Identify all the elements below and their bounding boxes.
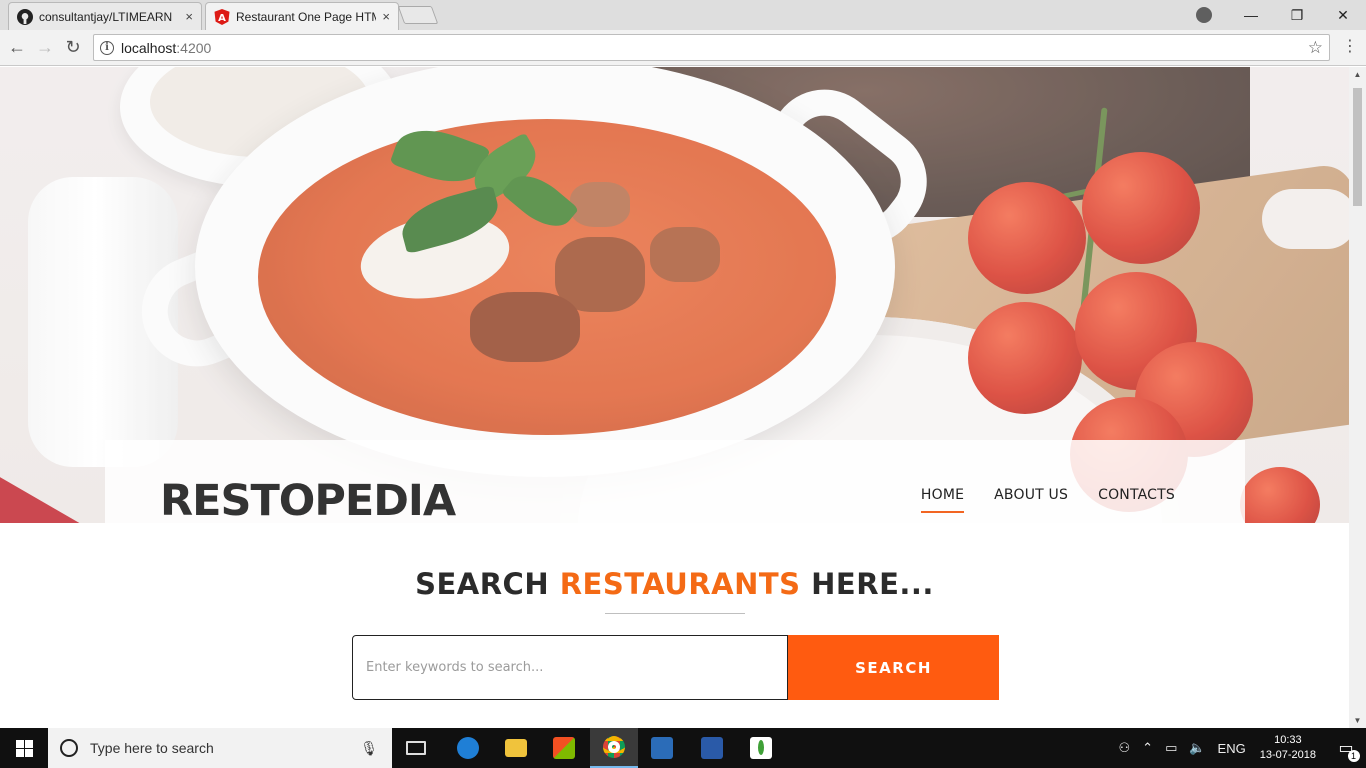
tab-close-icon[interactable]: × <box>185 9 193 24</box>
file-explorer-icon[interactable] <box>492 728 540 768</box>
nav-contacts[interactable]: CONTACTS <box>1098 487 1175 513</box>
nav-home[interactable]: HOME <box>920 487 965 513</box>
github-icon <box>17 8 33 25</box>
tab-title: Restaurant One Page HTML <box>236 9 377 24</box>
forward-arrow-icon[interactable]: → <box>34 37 56 57</box>
chrome-icon[interactable] <box>590 728 638 768</box>
mongodb-icon[interactable] <box>737 728 785 768</box>
clock-date: 13-07-2018 <box>1259 749 1316 761</box>
microphone-icon[interactable]: 🎙 <box>360 740 378 757</box>
restaurant-search-input[interactable] <box>352 635 788 700</box>
notification-badge: 1 <box>1347 750 1360 762</box>
volume-icon[interactable]: 🔈 <box>1189 740 1205 756</box>
site-header: RESTOPEDIA HOME ABOUT US CONTACTS <box>105 440 1245 523</box>
brand-logo[interactable]: RESTOPEDIA <box>160 476 456 523</box>
search-heading: SEARCH RESTAURANTS HERE... <box>0 567 1349 601</box>
windows-taskbar: Type here to search 🎙 ⚇ ⌃ ▭ 🔈 ENG 10:33 … <box>0 728 1366 768</box>
system-tray: ⚇ ⌃ ▭ 🔈 ENG 10:33 13-07-2018 ▭ 1 <box>1113 728 1366 768</box>
search-button[interactable]: SEARCH <box>788 635 999 700</box>
bookmark-star-icon[interactable]: ☆ <box>1308 38 1323 58</box>
search-heading-accent: RESTAURANTS <box>559 567 801 601</box>
scroll-up-icon[interactable]: ▲ <box>1349 70 1366 79</box>
close-window-icon[interactable]: ✕ <box>1320 7 1366 24</box>
back-arrow-icon[interactable]: ← <box>6 37 28 57</box>
svg-text:A: A <box>218 13 226 24</box>
search-heading-prefix: SEARCH <box>415 567 560 601</box>
tab-restaurant[interactable]: A Restaurant One Page HTML × <box>205 2 399 30</box>
tray-chevron-icon[interactable]: ⌃ <box>1142 740 1153 756</box>
tab-close-icon[interactable]: × <box>382 9 390 24</box>
start-button[interactable] <box>0 728 48 768</box>
url-port: :4200 <box>176 39 212 56</box>
main-nav: HOME ABOUT US CONTACTS <box>920 487 1175 513</box>
taskbar-search-box[interactable]: Type here to search 🎙 <box>48 728 392 768</box>
angular-icon: A <box>214 8 230 25</box>
action-center-icon[interactable]: ▭ 1 <box>1326 728 1366 768</box>
powershell-icon[interactable] <box>688 728 736 768</box>
scroll-down-icon[interactable]: ▼ <box>1349 716 1366 725</box>
taskbar-clock[interactable]: 10:33 13-07-2018 <box>1260 733 1316 763</box>
search-heading-suffix: HERE... <box>800 567 934 601</box>
browser-toolbar: ← → ↻ i localhost:4200 ☆ ⋮ <box>0 30 1366 66</box>
page-viewport: RESTOPEDIA HOME ABOUT US CONTACTS SEARCH… <box>0 67 1366 728</box>
scrollbar-thumb[interactable] <box>1353 88 1362 206</box>
url-host: localhost <box>121 39 177 56</box>
tab-title: consultantjay/LTIMEARN <box>39 9 173 24</box>
people-icon[interactable]: ⚇ <box>1119 740 1131 756</box>
language-indicator[interactable]: ENG <box>1218 741 1246 756</box>
window-controls: — ❐ ✕ <box>1228 0 1366 30</box>
edge-icon[interactable] <box>444 728 492 768</box>
taskbar-search-placeholder: Type here to search <box>90 740 214 756</box>
cortana-icon <box>60 739 78 757</box>
store-icon[interactable] <box>540 728 588 768</box>
clock-time: 10:33 <box>1274 734 1302 746</box>
windows-logo-icon <box>15 739 33 757</box>
minimize-icon[interactable]: — <box>1228 7 1274 23</box>
outlook-icon[interactable] <box>638 728 686 768</box>
address-bar[interactable]: i localhost:4200 ☆ <box>93 34 1330 61</box>
heading-divider <box>605 613 745 614</box>
maximize-icon[interactable]: ❐ <box>1274 7 1320 24</box>
task-view-icon[interactable] <box>392 728 440 768</box>
network-icon[interactable]: ▭ <box>1165 740 1177 756</box>
hero-food-image: RESTOPEDIA HOME ABOUT US CONTACTS <box>0 67 1349 523</box>
profile-icon[interactable] <box>1196 7 1212 23</box>
reload-icon[interactable]: ↻ <box>62 37 84 57</box>
nav-about-us[interactable]: ABOUT US <box>994 487 1068 513</box>
tab-github[interactable]: consultantjay/LTIMEARN × <box>8 2 202 30</box>
browser-menu-icon[interactable]: ⋮ <box>1342 39 1358 55</box>
new-tab-button[interactable] <box>397 6 439 24</box>
site-info-icon[interactable]: i <box>100 40 114 55</box>
page-scrollbar[interactable]: ▲ ▼ <box>1349 67 1366 728</box>
browser-tab-strip: consultantjay/LTIMEARN × A Restaurant On… <box>0 0 1366 30</box>
